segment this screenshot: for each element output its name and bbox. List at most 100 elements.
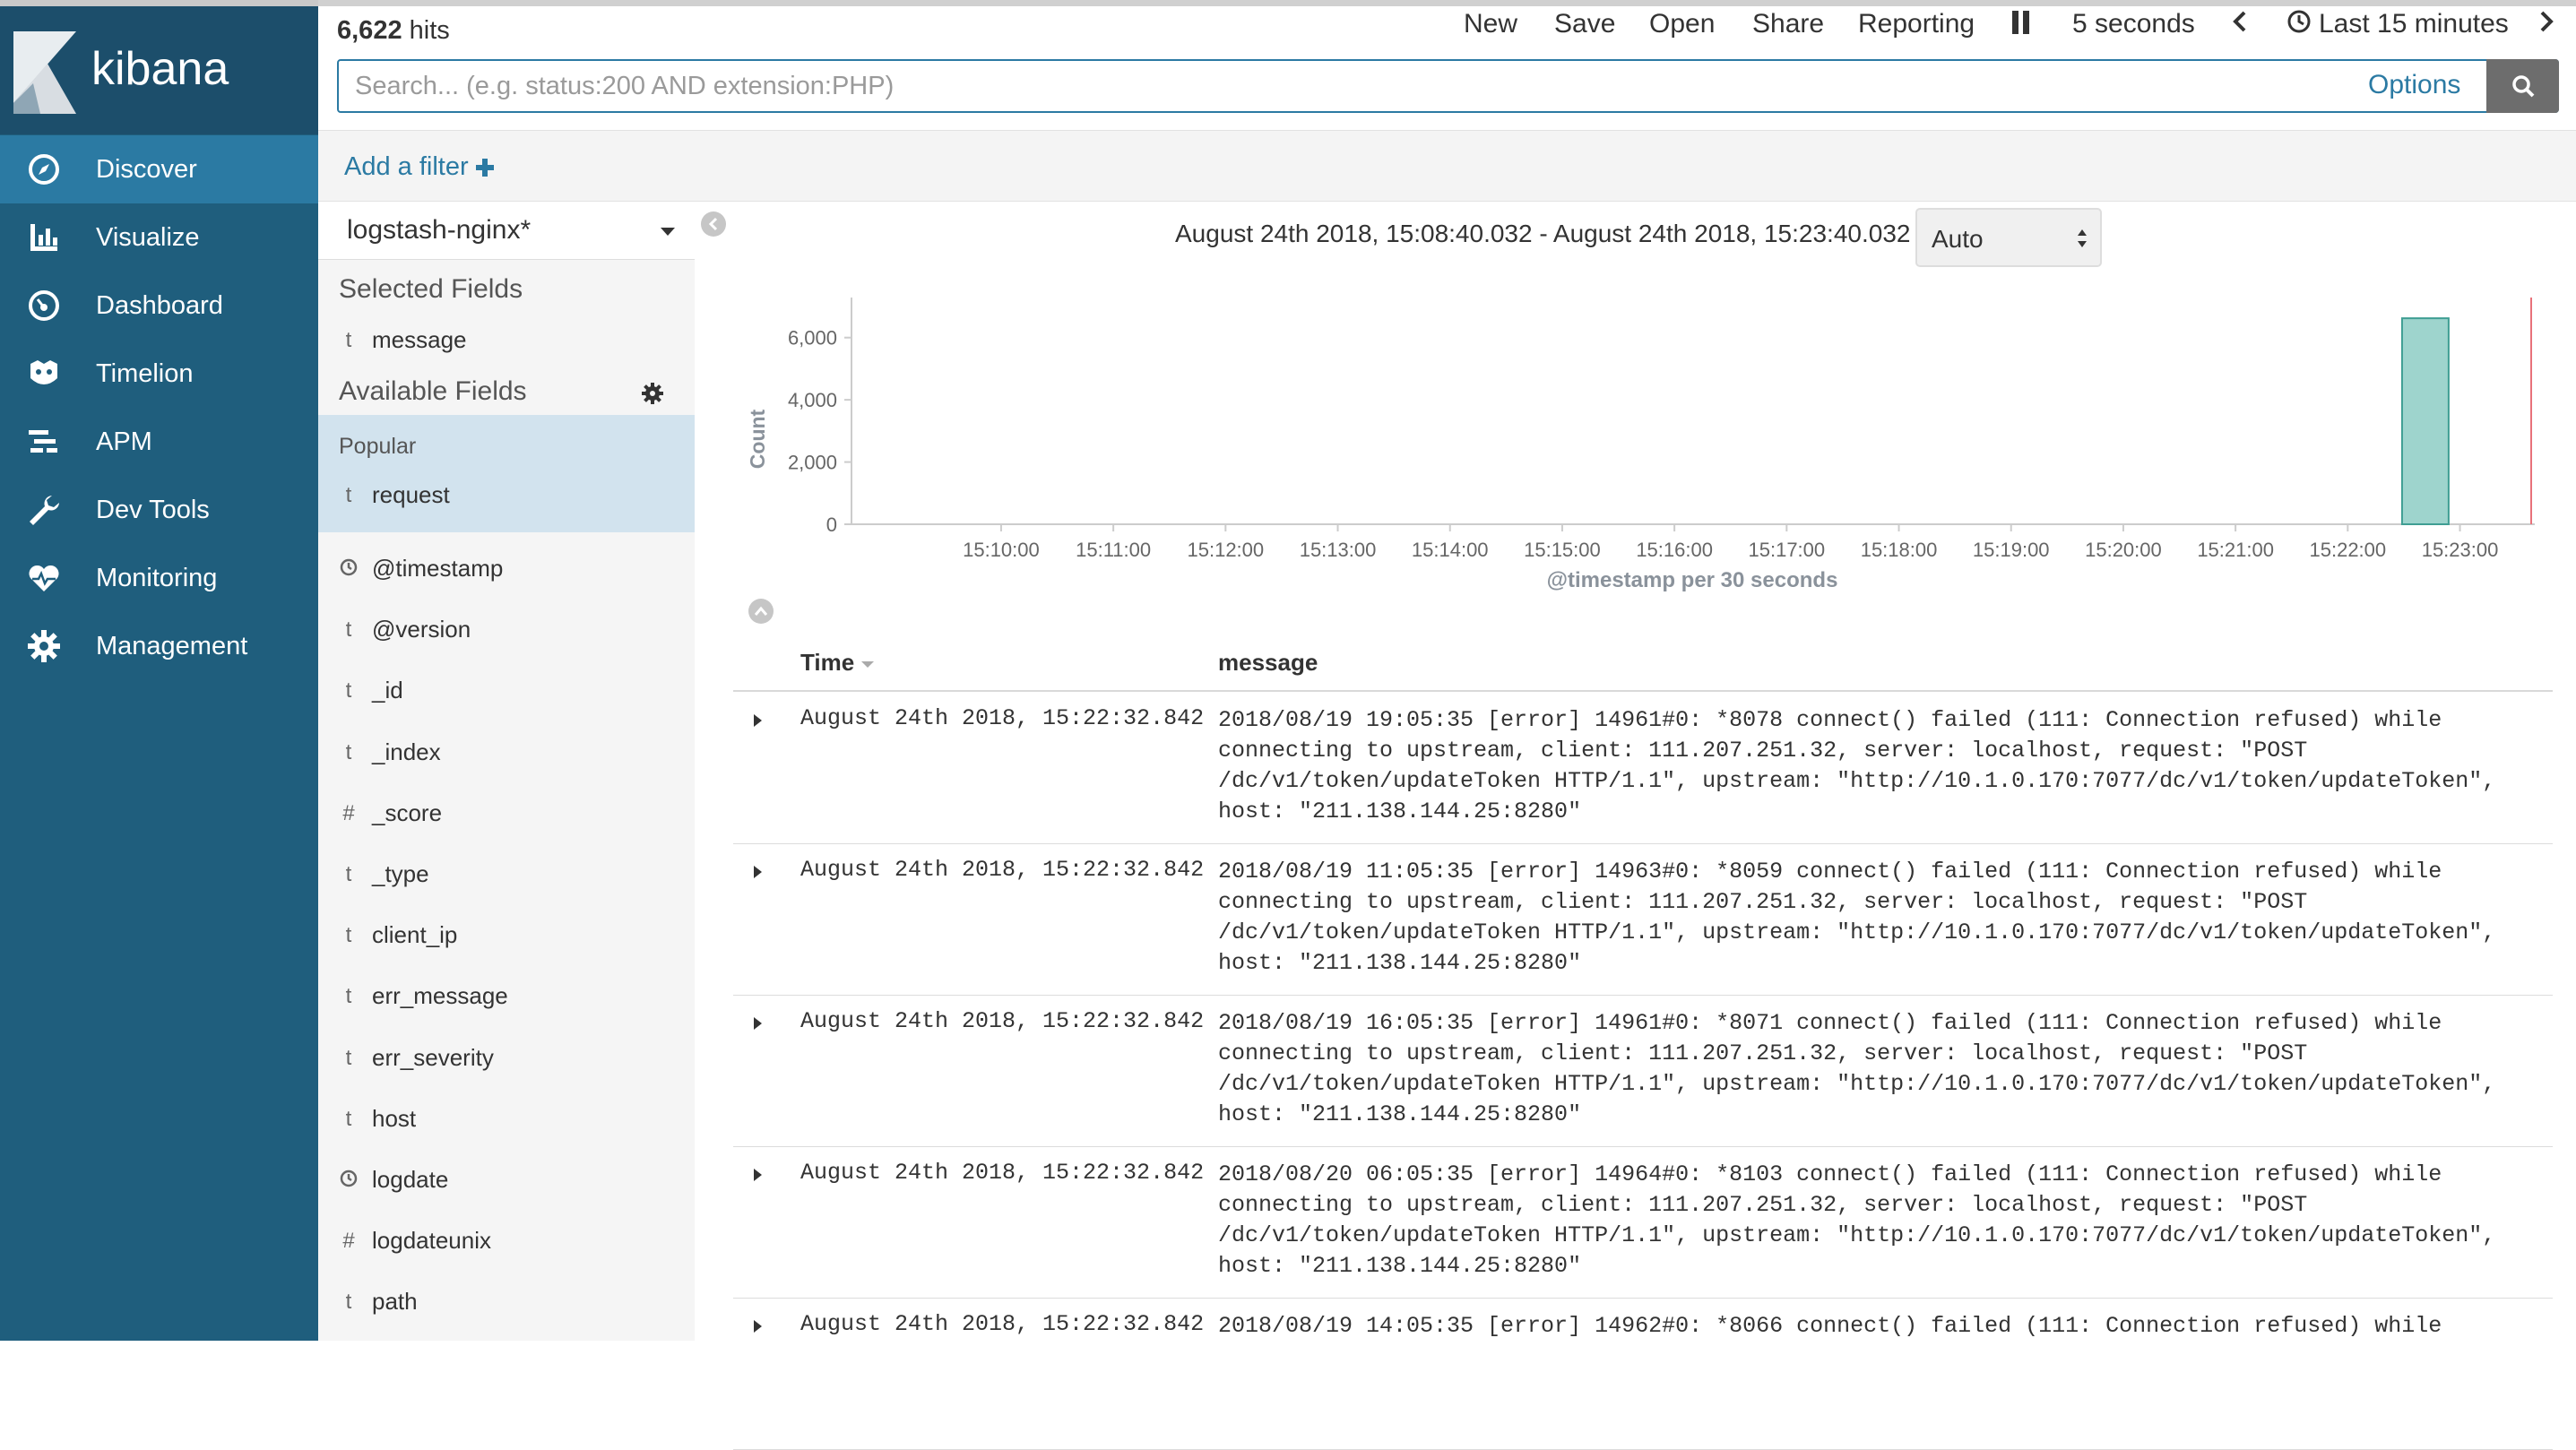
- expand-row-icon[interactable]: [754, 714, 762, 727]
- string-type-icon: t: [345, 483, 352, 507]
- field-item[interactable]: t err_severity: [318, 1028, 695, 1089]
- field-item[interactable]: t client_ip: [318, 905, 695, 966]
- nav-item-apm[interactable]: APM: [0, 408, 318, 476]
- row-message: 2018/08/20 06:05:35 [error] 14964#0: *81…: [1218, 1161, 2510, 1279]
- options-button[interactable]: Options: [2368, 70, 2460, 100]
- expand-row-icon[interactable]: [754, 1169, 762, 1181]
- pause-icon[interactable]: [2010, 11, 2032, 34]
- search-button[interactable]: [2486, 59, 2559, 113]
- nav-label: Visualize: [96, 223, 200, 252]
- field-name: message: [372, 326, 467, 353]
- nav-item-timelion[interactable]: Timelion: [0, 340, 318, 408]
- string-type-icon: t: [345, 1107, 352, 1131]
- field-name: err_severity: [372, 1044, 494, 1071]
- open-button[interactable]: Open: [1649, 9, 1715, 39]
- nav-item-management[interactable]: Management: [0, 612, 318, 680]
- field-name: client_ip: [372, 921, 458, 948]
- nav-item-dashboard[interactable]: Dashboard: [0, 272, 318, 340]
- x-tick-label: 15:20:00: [2085, 539, 2162, 561]
- filter-bar: Add a filter: [318, 130, 2576, 202]
- field-name: host: [372, 1105, 417, 1132]
- available-fields-title: Available Fields: [339, 376, 527, 406]
- table-row: August 24th 2018, 15:22:32.842 2018/08/19…: [733, 693, 2553, 844]
- field-item[interactable]: t request: [318, 465, 695, 526]
- collapse-histogram-button[interactable]: [748, 599, 774, 624]
- field-item[interactable]: t _id: [318, 660, 695, 721]
- index-pattern-select[interactable]: logstash-nginx*: [318, 203, 695, 260]
- field-name: logdate: [372, 1166, 449, 1193]
- kibana-logo-icon: [13, 31, 76, 114]
- field-item[interactable]: logdate: [318, 1150, 695, 1211]
- nav-label: Timelion: [96, 359, 194, 388]
- field-item[interactable]: t _type: [318, 844, 695, 905]
- field-name: @version: [372, 616, 471, 643]
- histogram-bar[interactable]: [2400, 317, 2450, 526]
- expand-row-icon[interactable]: [754, 866, 762, 878]
- clock-icon: [2287, 10, 2311, 33]
- message-column-header[interactable]: message: [1218, 649, 1318, 677]
- field-item[interactable]: t err_message: [318, 966, 695, 1027]
- gear-icon[interactable]: [641, 382, 664, 405]
- sort-down-icon[interactable]: [861, 661, 874, 668]
- nav-item-dev-tools[interactable]: Dev Tools: [0, 476, 318, 544]
- expand-row-icon[interactable]: [754, 1017, 762, 1030]
- field-item[interactable]: t @version: [318, 600, 695, 660]
- expand-row-icon[interactable]: [754, 1320, 762, 1333]
- interval-value: Auto: [1932, 225, 1984, 253]
- x-tick-label: 15:13:00: [1300, 539, 1377, 561]
- row-time: August 24th 2018, 15:22:32.842: [800, 1311, 1205, 1337]
- nav-top-strip: [0, 0, 318, 6]
- nav-label: Management: [96, 632, 248, 660]
- search-icon: [2512, 75, 2535, 98]
- field-name: err_message: [372, 982, 508, 1009]
- nav-item-monitoring[interactable]: Monitoring: [0, 544, 318, 612]
- kibana-logo[interactable]: kibana: [0, 6, 318, 134]
- date-type-icon: [340, 1168, 358, 1194]
- x-tick-label: 15:23:00: [2422, 539, 2499, 561]
- x-tick-label: 15:19:00: [1973, 539, 2050, 561]
- field-item[interactable]: # logdateunix: [318, 1211, 695, 1272]
- browser-tab-strip: [318, 0, 2576, 6]
- side-nav: kibana Discover Visualize Dashboard Time…: [0, 0, 318, 1341]
- nav-label: Discover: [96, 155, 197, 184]
- field-item[interactable]: # _score: [318, 783, 695, 844]
- field-item[interactable]: @timestamp: [318, 539, 695, 600]
- nav-item-visualize[interactable]: Visualize: [0, 203, 318, 272]
- string-type-icon: t: [345, 740, 352, 764]
- field-item[interactable]: t message: [318, 310, 695, 371]
- search-input[interactable]: [353, 68, 2325, 104]
- field-item[interactable]: t path: [318, 1272, 695, 1333]
- x-tick-label: 15:14:00: [1412, 539, 1489, 561]
- chevron-left-icon[interactable]: [2233, 11, 2247, 32]
- nav-item-discover[interactable]: Discover: [0, 135, 318, 203]
- chevron-right-icon[interactable]: [2539, 11, 2554, 32]
- field-list-sidebar: logstash-nginx* Selected Fields t messag…: [318, 203, 695, 1341]
- time-picker-button[interactable]: Last 15 minutes: [2319, 9, 2509, 39]
- field-item[interactable]: t _index: [318, 722, 695, 783]
- add-filter-button[interactable]: Add a filter: [344, 152, 494, 182]
- collapse-sidebar-button[interactable]: [701, 211, 726, 237]
- hits-count: 6,622 hits: [337, 16, 450, 46]
- field-item[interactable]: t host: [318, 1089, 695, 1150]
- y-axis: 0 2,000 4,000 6,000: [788, 298, 852, 536]
- string-type-icon: t: [345, 984, 352, 1008]
- new-button[interactable]: New: [1464, 9, 1517, 39]
- field-name: path: [372, 1288, 418, 1315]
- share-button[interactable]: Share: [1752, 9, 1824, 39]
- y-tick-label: 0: [826, 514, 837, 536]
- y-tick-label: 2,000: [788, 452, 837, 474]
- time-column-header[interactable]: Time: [800, 649, 854, 677]
- save-button[interactable]: Save: [1554, 9, 1615, 39]
- gear-icon: [28, 630, 60, 662]
- nav-label: APM: [96, 427, 152, 456]
- row-time: August 24th 2018, 15:22:32.842: [800, 705, 1205, 731]
- refresh-interval-button[interactable]: 5 seconds: [2072, 9, 2195, 39]
- string-type-icon: t: [345, 923, 352, 947]
- interval-select[interactable]: Auto: [1915, 208, 2102, 267]
- bar-chart-icon: [30, 224, 57, 251]
- reporting-button[interactable]: Reporting: [1858, 9, 1975, 39]
- hits-number: 6,622: [337, 16, 402, 45]
- nav-label: Dev Tools: [96, 496, 210, 524]
- table-row: August 24th 2018, 15:22:32.842 2018/08/19…: [733, 1299, 2553, 1450]
- table-row: August 24th 2018, 15:22:32.842 2018/08/19…: [733, 996, 2553, 1147]
